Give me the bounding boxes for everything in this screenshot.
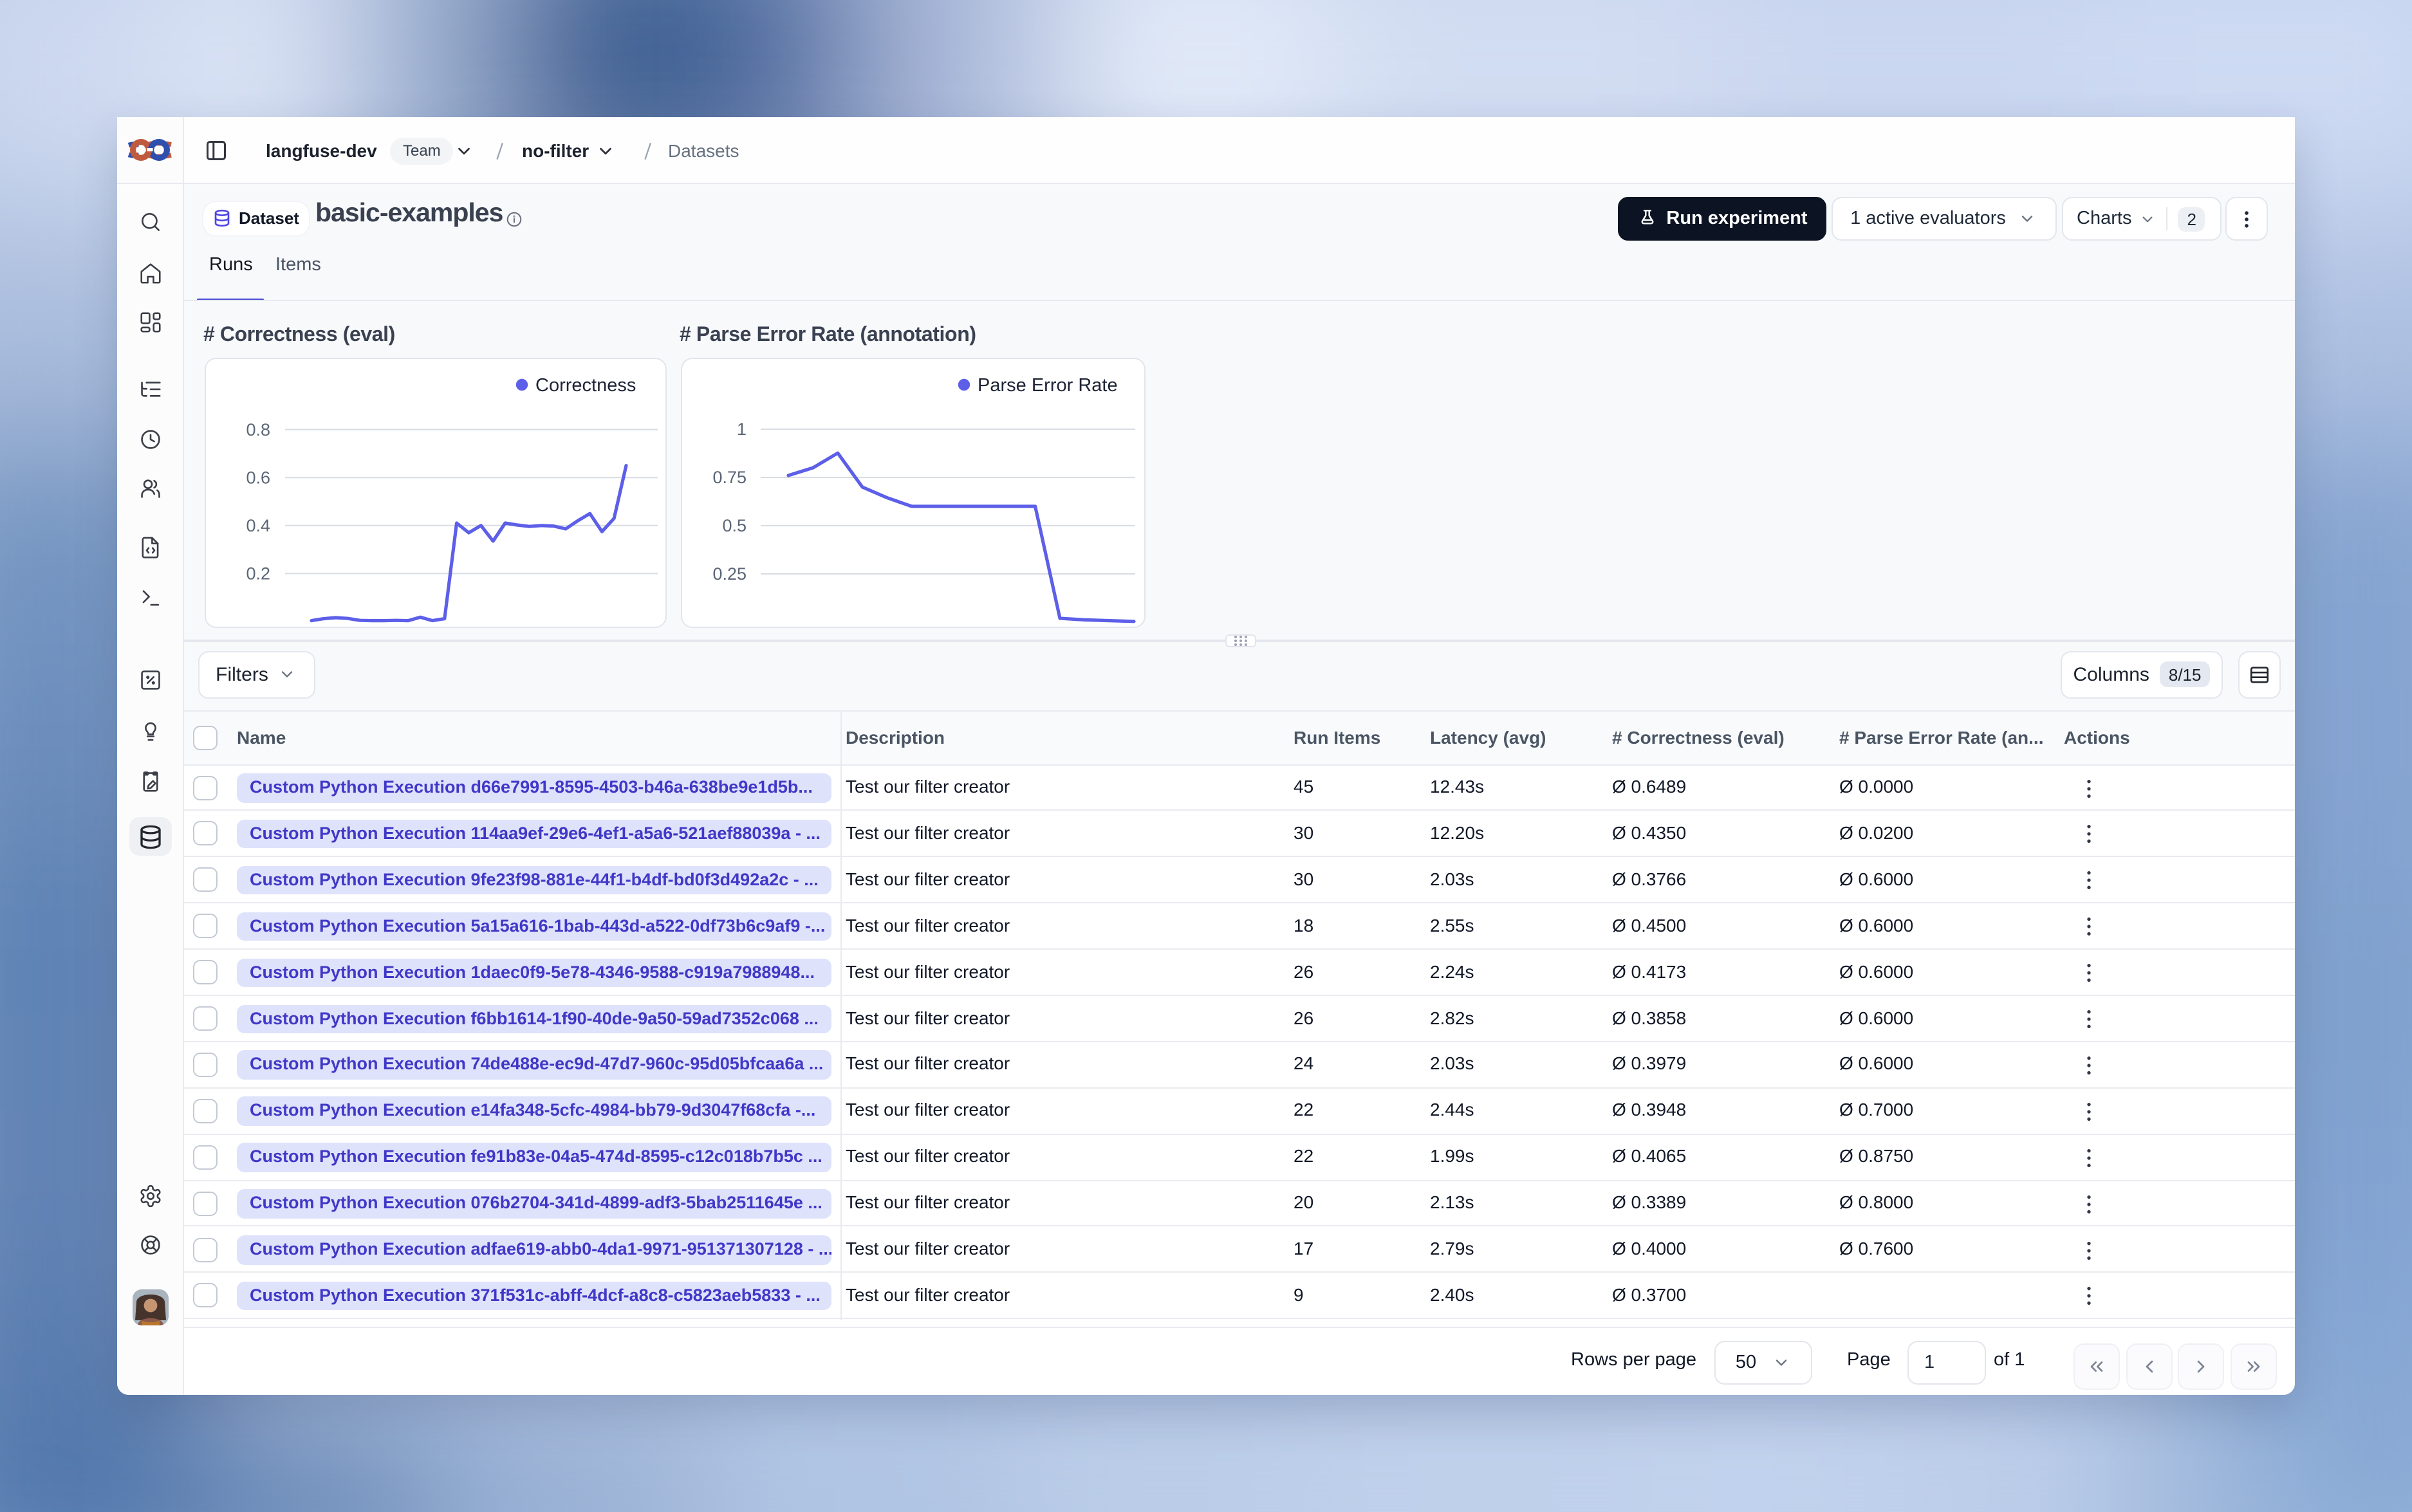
- svg-text:0.6: 0.6: [245, 467, 270, 486]
- svg-text:0.5: 0.5: [722, 515, 747, 535]
- svg-text:1: 1: [737, 419, 747, 438]
- svg-text:0.8: 0.8: [245, 419, 270, 439]
- svg-text:Correctness: Correctness: [535, 374, 635, 395]
- svg-text:0.4: 0.4: [245, 515, 270, 535]
- svg-text:Parse Error Rate: Parse Error Rate: [978, 374, 1118, 395]
- svg-text:0.25: 0.25: [712, 564, 747, 583]
- svg-text:0.75: 0.75: [712, 467, 747, 486]
- svg-text:0.2: 0.2: [245, 564, 270, 583]
